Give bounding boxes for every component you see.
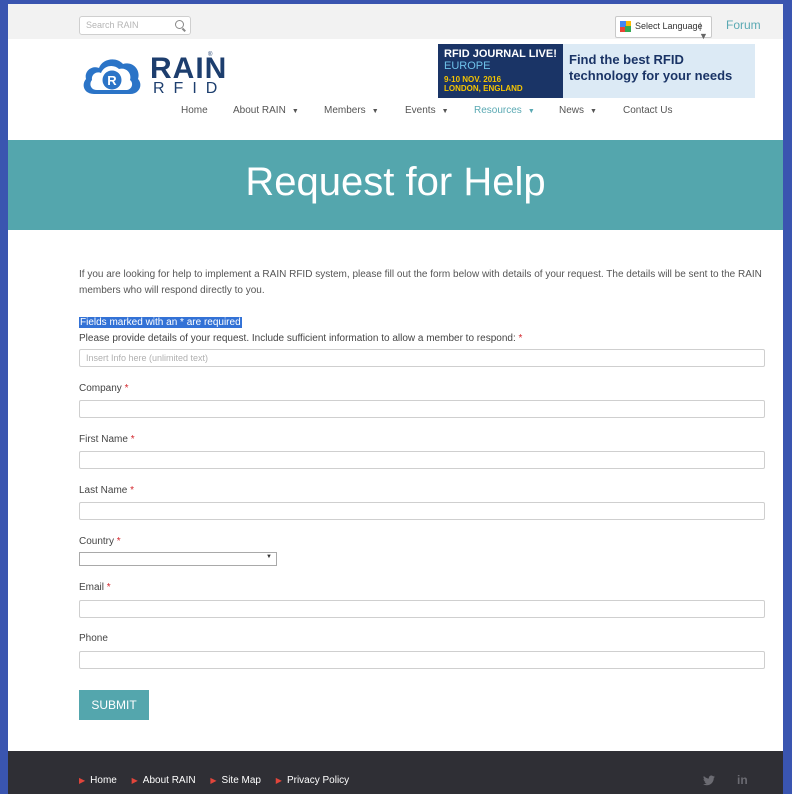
footer-link-label: About RAIN — [142, 775, 196, 786]
main-nav: Home About RAIN ▼ Members ▼ Events ▼ Resour… — [8, 105, 783, 125]
arrow-right-icon: ▶ — [79, 776, 86, 785]
first-name-field[interactable] — [79, 451, 765, 469]
phone-field[interactable] — [79, 651, 765, 669]
required-mark: * — [130, 485, 135, 496]
banner-journal-title: RFID JOURNAL LIVE! — [444, 48, 557, 60]
nav-item-resources[interactable]: Resources ▼ — [474, 105, 535, 116]
required-mark: * — [518, 333, 523, 344]
language-selector[interactable]: Select Language | ▼ — [615, 16, 712, 41]
forum-link[interactable]: Forum — [726, 18, 761, 32]
language-label: Select Language — [635, 21, 703, 31]
nav-item-home[interactable]: Home — [181, 105, 208, 116]
arrow-right-icon: ▶ — [275, 776, 282, 785]
email-label: Email * — [79, 582, 111, 593]
first-name-label: First Name * — [79, 434, 135, 445]
last-name-label-text: Last Name — [79, 485, 128, 496]
nav-item-events[interactable]: Events ▼ — [405, 105, 449, 116]
nav-item-about-rain[interactable]: About RAIN ▼ — [233, 105, 299, 116]
banner-dates: 9-10 NOV. 2016 — [444, 75, 502, 84]
window-frame-right — [783, 0, 792, 794]
company-field[interactable] — [79, 400, 765, 418]
required-fields-note: Fields marked with an * are required — [79, 317, 242, 328]
caret-down-icon: ▼ — [291, 108, 299, 115]
country-label-text: Country — [79, 536, 115, 547]
footer-link-label: Privacy Policy — [286, 775, 350, 786]
footer-link-home[interactable]: ▶ Home — [79, 775, 117, 786]
cloud-logo-icon: R — [83, 59, 141, 94]
search-icon[interactable] — [175, 20, 184, 29]
country-label: Country * — [79, 536, 121, 547]
banner-region: EUROPE — [444, 60, 491, 72]
page: Select Language | ▼ Forum R RAIN ® RFID … — [8, 4, 783, 794]
chevron-down-icon: ▼ — [266, 554, 272, 560]
window-frame-left — [0, 0, 8, 794]
phone-label-text: Phone — [79, 633, 108, 644]
caret-down-icon: ▼ — [371, 108, 379, 115]
footer-links: ▶ Home ▶ About RAIN ▶ Site Map ▶ Privacy Pol… — [79, 775, 361, 786]
required-mark: * — [124, 383, 129, 394]
nav-item-label: Contact Us — [623, 105, 673, 116]
phone-label: Phone — [79, 633, 108, 644]
nav-item-label: News — [559, 105, 585, 116]
top-bar: Select Language | ▼ Forum — [8, 4, 783, 41]
footer-link-label: Site Map — [221, 775, 261, 786]
logo-letter: R — [107, 73, 117, 88]
chevron-down-icon: | ▼ — [699, 21, 708, 41]
search-box — [79, 16, 191, 35]
footer-link-privacy-policy[interactable]: ▶ Privacy Policy — [276, 775, 349, 786]
email-field[interactable] — [79, 600, 765, 618]
logo-subtitle: RFID — [153, 80, 227, 97]
submit-button[interactable]: SUBMIT — [79, 690, 149, 720]
nav-item-news[interactable]: News ▼ — [559, 105, 597, 116]
nav-item-label: About RAIN — [233, 105, 286, 116]
last-name-field[interactable] — [79, 502, 765, 520]
nav-item-contact-us[interactable]: Contact Us — [623, 105, 672, 116]
linkedin-icon[interactable]: in — [737, 773, 748, 787]
footer: ▶ Home ▶ About RAIN ▶ Site Map ▶ Privacy Pol… — [8, 751, 783, 794]
required-mark: * — [130, 434, 135, 445]
page-hero: Request for Help — [8, 140, 783, 230]
footer-link-label: Home — [90, 775, 117, 786]
country-select[interactable]: ▼ — [79, 552, 277, 566]
twitter-icon[interactable] — [703, 775, 715, 786]
nav-item-label: Members — [324, 105, 366, 116]
footer-link-site-map[interactable]: ▶ Site Map — [210, 775, 261, 786]
company-label: Company * — [79, 383, 129, 394]
page-title: Request for Help — [245, 160, 546, 204]
caret-down-icon: ▼ — [441, 108, 449, 115]
logo-registered-mark: ® — [208, 52, 213, 58]
company-label-text: Company — [79, 383, 122, 394]
email-label-text: Email — [79, 582, 105, 593]
banner-event-panel: RFID JOURNAL LIVE! EUROPE 9-10 NOV. 2016… — [438, 44, 563, 98]
banner-tagline: Find the best RFID technology for your n… — [569, 52, 733, 83]
arrow-right-icon: ▶ — [210, 776, 217, 785]
details-field[interactable] — [79, 349, 765, 367]
nav-item-label: Events — [405, 105, 436, 116]
last-name-label: Last Name * — [79, 485, 134, 496]
banner-tagline-panel: Find the best RFID technology for your n… — [563, 44, 755, 98]
required-mark: * — [106, 582, 111, 593]
nav-item-members[interactable]: Members ▼ — [324, 105, 379, 116]
google-translate-icon — [620, 21, 631, 32]
arrow-right-icon: ▶ — [131, 776, 138, 785]
banner-location: LONDON, ENGLAND — [444, 84, 523, 93]
details-label: Please provide details of your request. … — [79, 333, 522, 344]
rain-rfid-logo[interactable]: R RAIN ® RFID — [80, 52, 226, 100]
details-label-text: Please provide details of your request. … — [79, 333, 516, 344]
search-input[interactable] — [86, 20, 171, 30]
required-mark: * — [116, 536, 121, 547]
nav-item-label: Home — [181, 105, 208, 116]
rfid-journal-banner[interactable]: RFID JOURNAL LIVE! EUROPE 9-10 NOV. 2016… — [438, 44, 755, 98]
intro-text: If you are looking for help to implement… — [79, 269, 762, 296]
caret-down-icon: ▼ — [527, 108, 535, 115]
footer-link-about-rain[interactable]: ▶ About RAIN — [132, 775, 196, 786]
first-name-label-text: First Name — [79, 434, 128, 445]
caret-down-icon: ▼ — [590, 108, 597, 115]
nav-item-label: Resources — [474, 105, 522, 116]
